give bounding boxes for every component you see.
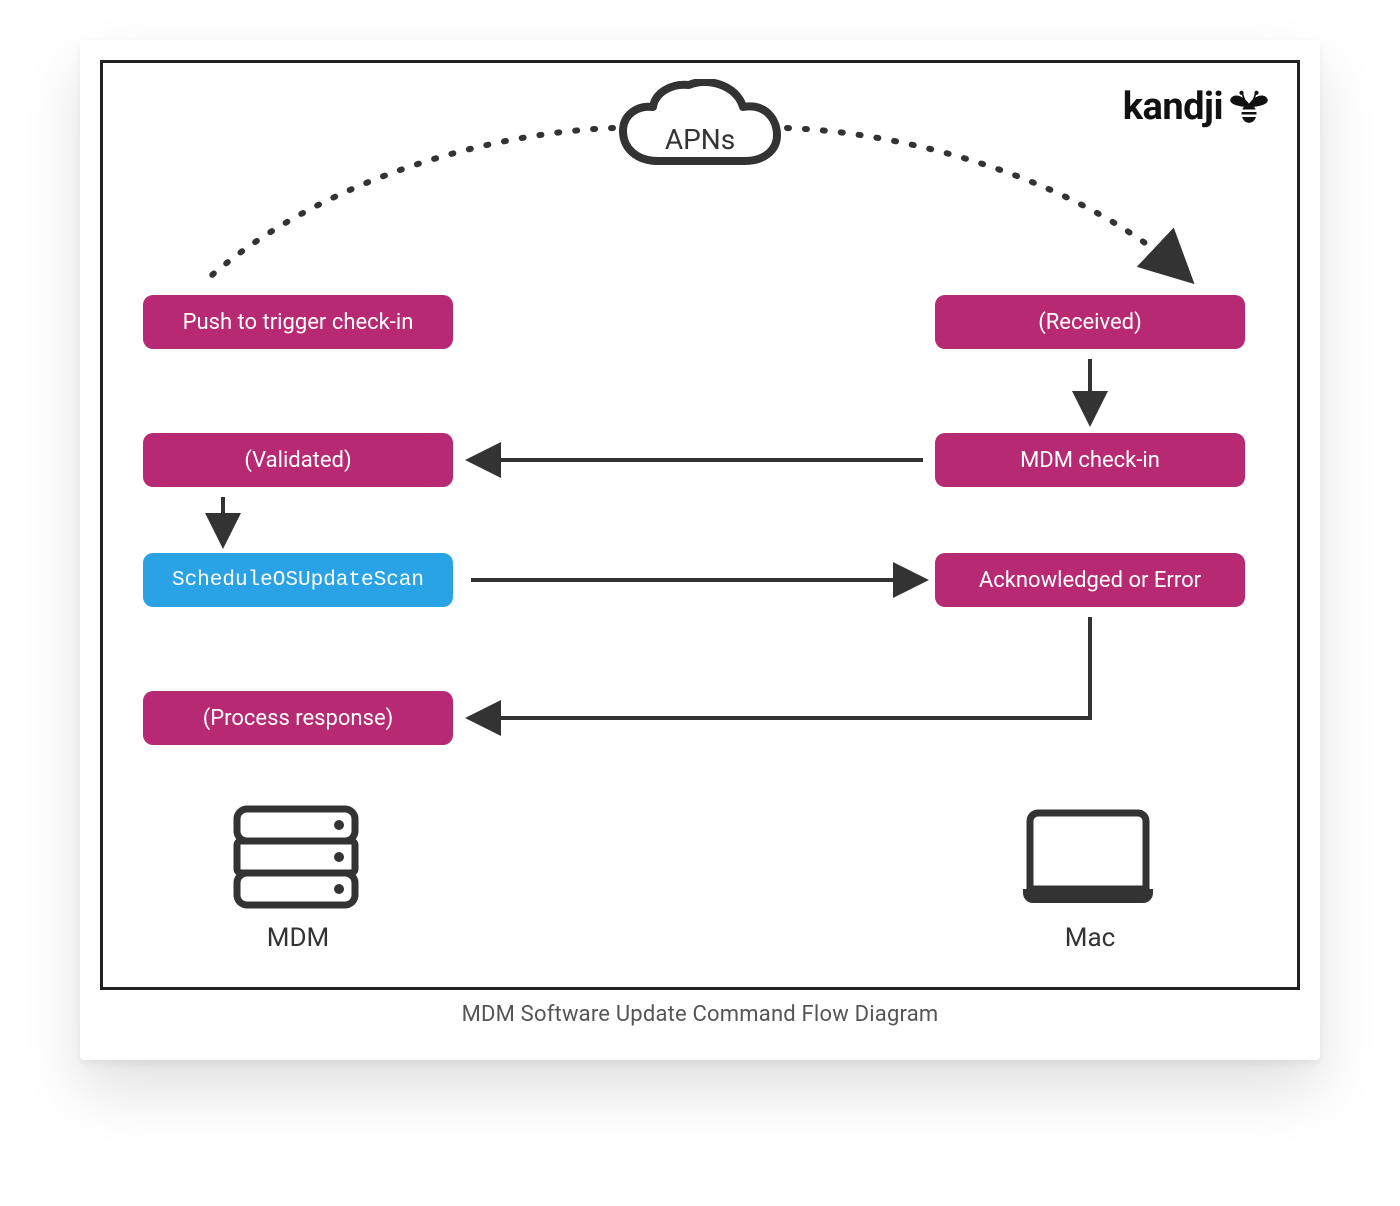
box-received: (Received) — [935, 295, 1245, 349]
arc-apns-right — [787, 128, 1188, 278]
box-label: (Process response) — [203, 706, 394, 731]
box-label: Push to trigger check-in — [183, 310, 414, 335]
box-validated: (Validated) — [143, 433, 453, 487]
diagram-caption: MDM Software Update Command Flow Diagram — [80, 1002, 1320, 1027]
column-label-mac: Mac — [990, 923, 1190, 953]
bee-icon — [1229, 88, 1269, 126]
diagram-frame: kandji — [100, 60, 1300, 990]
box-push-to-trigger-check-in: Push to trigger check-in — [143, 295, 453, 349]
arc-apns-left — [203, 128, 613, 283]
arrow-ack-to-process — [471, 617, 1090, 718]
box-label: MDM check-in — [1020, 448, 1160, 473]
column-label-mdm: MDM — [198, 923, 398, 953]
brand-word: kandji — [1123, 85, 1223, 129]
box-process-response: (Process response) — [143, 691, 453, 745]
box-label: Acknowledged or Error — [979, 568, 1201, 593]
box-acknowledged-or-error: Acknowledged or Error — [935, 553, 1245, 607]
apns-node: APNs — [615, 79, 785, 178]
laptop-icon — [1013, 801, 1163, 911]
apns-label: APNs — [665, 123, 735, 156]
box-label: ScheduleOSUpdateScan — [172, 569, 424, 592]
box-label: (Received) — [1038, 310, 1142, 335]
box-label: (Validated) — [244, 448, 351, 473]
page: kandji — [0, 0, 1400, 1206]
diagram-card: kandji — [80, 40, 1320, 1060]
server-icon — [231, 803, 361, 913]
box-schedule-os-update-scan: ScheduleOSUpdateScan — [143, 553, 453, 607]
box-mdm-check-in: MDM check-in — [935, 433, 1245, 487]
brand-logo: kandji — [1123, 85, 1269, 129]
